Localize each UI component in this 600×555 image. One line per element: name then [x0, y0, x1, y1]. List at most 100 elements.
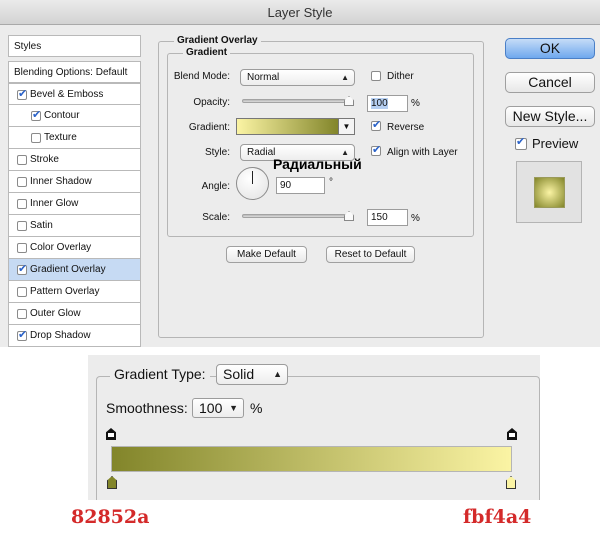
gradient-overlay-checkbox[interactable]	[17, 262, 27, 276]
reverse-label: Reverse	[387, 122, 425, 133]
stroke-checkbox[interactable]	[17, 155, 27, 165]
sidebar-styles-header[interactable]: Styles	[8, 35, 141, 57]
sidebar-item-contour[interactable]: Contour	[8, 105, 141, 127]
inner-shadow-checkbox[interactable]	[17, 177, 27, 187]
align-with-layer-label: Align with Layer	[387, 147, 458, 158]
sidebar-item-texture[interactable]: Texture	[8, 127, 141, 149]
smoothness-select[interactable]: 100 ▼	[192, 398, 244, 418]
angle-dial-needle	[252, 171, 253, 184]
ok-button[interactable]: OK	[505, 38, 595, 59]
angle-value: 90	[280, 180, 292, 191]
radial-annotation: Радиальный	[273, 156, 362, 172]
sidebar-item-label: Stroke	[30, 154, 59, 165]
right-color-hex: fbf4a4	[463, 506, 532, 528]
sidebar-item-label: Outer Glow	[30, 308, 81, 319]
dialog-title: Layer Style	[0, 0, 600, 25]
opacity-input[interactable]: 100	[367, 95, 408, 112]
updown-arrows-icon: ▲	[273, 369, 282, 379]
blend-mode-label: Blend Mode:	[173, 71, 230, 82]
sidebar-item-label: Texture	[44, 132, 77, 143]
style-preview-box	[516, 161, 582, 223]
sidebar-item-gradient-overlay[interactable]: Gradient Overlay	[8, 259, 141, 281]
gradient-editor-frame	[96, 376, 540, 500]
sidebar-item-label: Bevel & Emboss	[30, 89, 104, 100]
cancel-button[interactable]: Cancel	[505, 72, 595, 93]
smoothness-label: Smoothness:	[106, 400, 188, 416]
sidebar-item-label: Contour	[44, 110, 80, 121]
sidebar-item-outer-glow[interactable]: Outer Glow	[8, 303, 141, 325]
reset-to-default-button[interactable]: Reset to Default	[326, 246, 415, 263]
gradient-swatch[interactable]	[236, 118, 339, 135]
smoothness-value: 100	[199, 400, 223, 416]
sidebar-item-satin[interactable]: Satin	[8, 215, 141, 237]
sidebar-item-inner-shadow[interactable]: Inner Shadow	[8, 171, 141, 193]
outer-glow-checkbox[interactable]	[17, 309, 27, 319]
gradient-type-select[interactable]: Solid ▲	[216, 364, 288, 385]
styles-sidebar: Styles Blending Options: Default Bevel &…	[8, 35, 141, 347]
chevron-down-icon: ▼	[342, 122, 351, 131]
style-value: Radial	[247, 147, 276, 158]
angle-dial[interactable]	[236, 167, 269, 200]
smoothness-unit: %	[250, 400, 263, 416]
satin-checkbox[interactable]	[17, 221, 27, 231]
color-overlay-checkbox[interactable]	[17, 243, 27, 253]
angle-label: Angle:	[201, 181, 230, 192]
gradient-type-value: Solid	[223, 366, 255, 382]
scale-label: Scale:	[202, 212, 230, 223]
sidebar-item-pattern-overlay[interactable]: Pattern Overlay	[8, 281, 141, 303]
sidebar-item-bevel-emboss[interactable]: Bevel & Emboss	[8, 83, 141, 105]
sidebar-item-stroke[interactable]: Stroke	[8, 149, 141, 171]
gradient-type-label: Gradient Type:	[110, 366, 210, 382]
sidebar-item-label: Color Overlay	[30, 242, 92, 253]
preview-bevel-tile	[534, 177, 565, 208]
new-style-button[interactable]: New Style...	[505, 106, 595, 127]
sidebar-item-drop-shadow[interactable]: Drop Shadow	[8, 325, 141, 347]
layer-style-dialog: Layer Style Styles Blending Options: Def…	[0, 0, 600, 347]
dither-checkbox[interactable]	[371, 71, 381, 81]
sidebar-item-label: Pattern Overlay	[30, 286, 100, 297]
sidebar-item-label: Inner Shadow	[30, 176, 92, 187]
sidebar-item-label: Styles	[14, 41, 42, 52]
section-title: Gradient Overlay	[174, 35, 261, 46]
sidebar-item-color-overlay[interactable]: Color Overlay	[8, 237, 141, 259]
gradient-label: Gradient:	[188, 122, 230, 133]
scale-slider[interactable]	[242, 214, 354, 218]
gradient-editor-panel: Gradient Type: Solid ▲ Smoothness: 100 ▼…	[88, 355, 540, 500]
opacity-value: 100	[371, 98, 388, 109]
inner-glow-checkbox[interactable]	[17, 199, 27, 209]
chevron-down-icon: ▼	[229, 403, 238, 413]
sidebar-item-label: Blending Options: Default	[14, 67, 128, 78]
preview-label: Preview	[532, 136, 579, 151]
scale-unit: %	[411, 213, 420, 224]
blend-mode-select[interactable]: Normal ▲	[240, 69, 355, 86]
pattern-overlay-checkbox[interactable]	[17, 287, 27, 297]
sidebar-item-label: Inner Glow	[30, 198, 79, 209]
sidebar-item-label: Gradient Overlay	[30, 264, 106, 275]
bevel-emboss-checkbox[interactable]	[17, 87, 27, 101]
blend-mode-value: Normal	[247, 72, 280, 83]
align-with-layer-checkbox[interactable]	[371, 143, 381, 157]
make-default-button[interactable]: Make Default	[226, 246, 307, 263]
sidebar-item-label: Satin	[30, 220, 53, 231]
reverse-checkbox[interactable]	[371, 118, 381, 132]
style-label: Style:	[204, 147, 230, 158]
left-color-hex: 82852a	[71, 506, 150, 528]
updown-arrows-icon: ▲	[341, 73, 349, 82]
gradient-bar[interactable]	[111, 446, 512, 472]
scale-value: 150	[371, 212, 388, 223]
dither-label: Dither	[387, 71, 414, 82]
texture-checkbox[interactable]	[31, 133, 41, 143]
scale-input[interactable]: 150	[367, 209, 408, 226]
opacity-unit: %	[411, 98, 420, 109]
gradient-dropdown-button[interactable]: ▼	[339, 118, 355, 135]
opacity-label: Opacity:	[193, 97, 230, 108]
sidebar-item-label: Drop Shadow	[30, 330, 91, 341]
angle-unit: °	[329, 177, 333, 188]
contour-checkbox[interactable]	[31, 108, 41, 122]
preview-checkbox[interactable]	[515, 135, 527, 150]
opacity-slider[interactable]	[242, 99, 354, 103]
sidebar-item-inner-glow[interactable]: Inner Glow	[8, 193, 141, 215]
sidebar-blending-options[interactable]: Blending Options: Default	[8, 61, 141, 83]
drop-shadow-checkbox[interactable]	[17, 328, 27, 342]
angle-input[interactable]: 90	[276, 177, 325, 194]
